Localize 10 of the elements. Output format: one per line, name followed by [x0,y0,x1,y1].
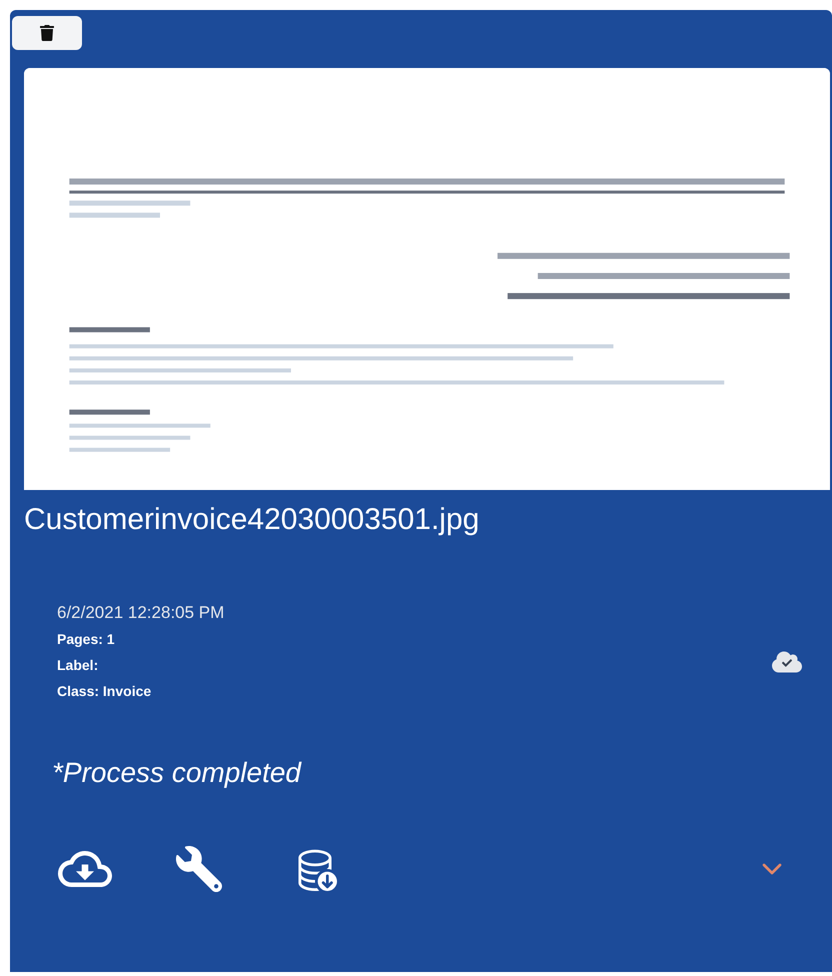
delete-button[interactable] [12,16,82,50]
trash-icon [40,24,54,42]
detail-text: Label: [57,656,98,675]
detail-text: Pages: 1 [57,630,115,649]
file-name: Customerinvoice42030003501.jpg [24,502,480,538]
cloud-check-icon [772,650,802,674]
timestamp: 6/2/2021 12:28:05 PM [57,602,224,624]
detail-text: Class: Invoice [57,682,152,701]
wrench-icon [176,846,222,892]
status-text: *Process completed [52,756,302,790]
